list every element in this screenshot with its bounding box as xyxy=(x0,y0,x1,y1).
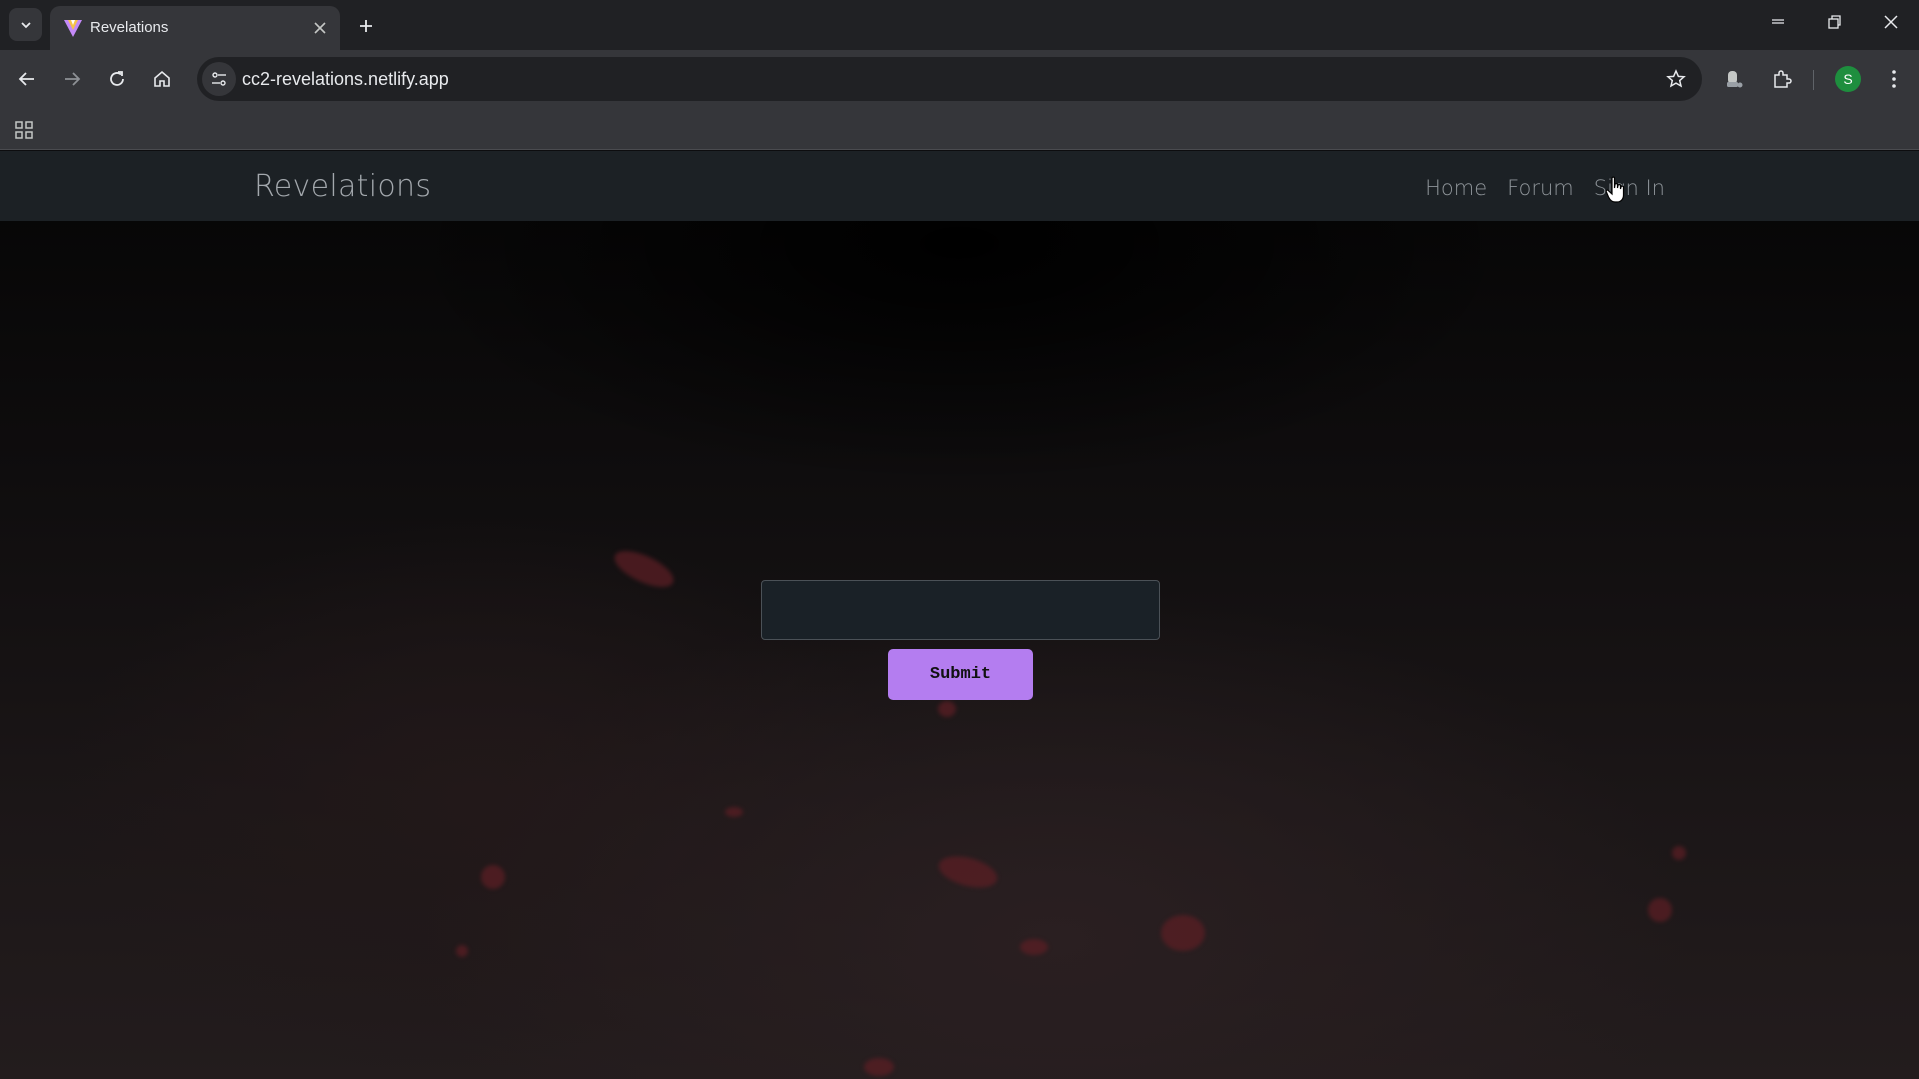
forward-arrow-icon xyxy=(65,72,81,86)
text-input[interactable] xyxy=(761,580,1160,640)
new-tab-button[interactable] xyxy=(352,12,380,40)
site-brand[interactable]: Revelations xyxy=(254,169,431,205)
bookmarks-bar xyxy=(0,108,1919,150)
tab-revelations[interactable]: Revelations xyxy=(50,6,340,50)
nav-link-home[interactable]: Home xyxy=(1425,175,1487,201)
background-ember xyxy=(935,850,1001,894)
toolbar-divider xyxy=(1813,70,1814,90)
extensions-button[interactable] xyxy=(1766,63,1798,95)
background-ember xyxy=(1648,898,1672,922)
reload-button[interactable] xyxy=(101,63,133,95)
submit-button[interactable]: Submit xyxy=(888,649,1033,700)
extension-button[interactable] xyxy=(1718,63,1750,95)
back-arrow-icon xyxy=(18,72,34,86)
address-bar[interactable]: cc2-revelations.netlify.app xyxy=(197,57,1702,101)
revelations-favicon xyxy=(64,20,82,37)
home-icon xyxy=(154,70,170,87)
site-navbar: Revelations Home Forum Sign In xyxy=(0,151,1919,221)
web-page: Revelations Home Forum Sign In Submit xyxy=(0,151,1919,1079)
browser-window: Revelations cc2-revelations.netlify.app … xyxy=(0,0,1919,1079)
puzzle-icon xyxy=(1774,70,1792,88)
nav-links: Home Forum Sign In xyxy=(1425,175,1665,201)
tab-search-button[interactable] xyxy=(9,8,42,41)
tune-icon xyxy=(212,72,226,86)
tab-close-button[interactable] xyxy=(310,18,330,38)
background-ember xyxy=(481,865,505,889)
background-ember xyxy=(609,543,679,595)
minimize-button[interactable] xyxy=(1758,6,1798,38)
bookmark-button[interactable] xyxy=(1662,65,1690,93)
plus-icon xyxy=(360,20,372,32)
url-text[interactable]: cc2-revelations.netlify.app xyxy=(242,68,449,90)
site-info-button[interactable] xyxy=(202,62,236,96)
close-icon xyxy=(314,22,326,34)
close-window-button[interactable] xyxy=(1871,6,1911,38)
extension-badge-icon xyxy=(1727,71,1743,88)
background-ember xyxy=(456,945,468,957)
background-ember xyxy=(1161,915,1205,951)
background-ember xyxy=(864,1058,894,1076)
background-ember xyxy=(1020,939,1048,955)
background-ember xyxy=(1672,846,1686,860)
nav-link-forum[interactable]: Forum xyxy=(1507,175,1574,201)
kebab-menu-icon xyxy=(1892,70,1896,88)
restore-button[interactable] xyxy=(1814,6,1854,38)
hand-cursor-icon xyxy=(1605,176,1625,203)
minimize-icon xyxy=(1772,19,1784,24)
star-icon xyxy=(1666,69,1686,88)
tab-title: Revelations xyxy=(90,19,169,36)
browser-menu-button[interactable] xyxy=(1878,63,1910,95)
profile-avatar[interactable]: S xyxy=(1835,66,1861,92)
back-button[interactable] xyxy=(11,63,43,95)
browser-toolbar: cc2-revelations.netlify.app S xyxy=(0,50,1919,108)
tab-strip: Revelations xyxy=(0,0,1919,50)
forward-button[interactable] xyxy=(56,63,88,95)
apps-button[interactable] xyxy=(10,116,38,144)
chevron-down-icon xyxy=(20,21,31,28)
apps-grid-icon xyxy=(15,121,33,139)
restore-icon xyxy=(1828,15,1841,29)
background-ember xyxy=(938,701,956,717)
close-icon xyxy=(1884,15,1898,29)
home-button[interactable] xyxy=(146,63,178,95)
reload-icon xyxy=(110,71,124,86)
background-ember xyxy=(725,807,743,817)
